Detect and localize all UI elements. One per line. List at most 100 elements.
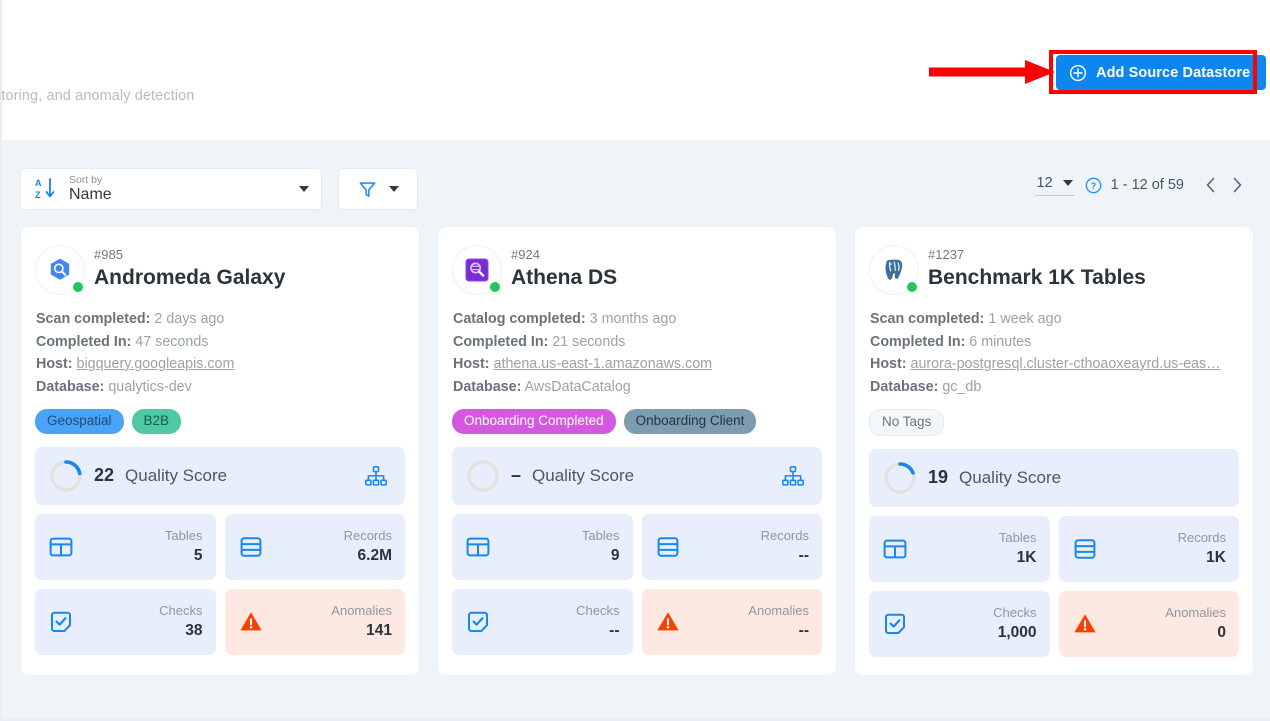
- meta-key: Catalog completed:: [453, 311, 586, 327]
- datastore-tags: No Tags: [869, 409, 1239, 436]
- meta-value: 1 week ago: [988, 311, 1061, 327]
- meta-key: Host:: [870, 356, 907, 372]
- metric-value: 1K: [999, 548, 1037, 567]
- quality-score-tile[interactable]: 19Quality Score: [869, 449, 1239, 507]
- datastore-meta-row: Completed In: 21 seconds: [453, 331, 822, 354]
- annotation-arrow: [927, 58, 1057, 86]
- datastore-tag[interactable]: Onboarding Client: [624, 409, 757, 434]
- datastore-card[interactable]: #985Andromeda Galaxy Scan completed: 2 da…: [20, 226, 420, 676]
- datastore-id: #924: [511, 247, 540, 262]
- datastore-tag[interactable]: No Tags: [869, 409, 944, 436]
- datastore-tag[interactable]: Onboarding Completed: [452, 409, 616, 434]
- athena-icon: [464, 257, 490, 283]
- quality-score-tile[interactable]: 22Quality Score: [35, 447, 405, 505]
- metric-value: 1,000: [993, 623, 1036, 642]
- metric-tile-anomalies[interactable]: Anomalies141: [225, 589, 406, 655]
- page-range-text: 1 - 12 of 59: [1111, 177, 1184, 193]
- add-source-datastore-button[interactable]: Add Source Datastore: [1056, 55, 1266, 90]
- card-header: #1237 Benchmark 1K Tables: [869, 243, 1239, 295]
- checks-icon: [465, 609, 491, 635]
- previous-page-button[interactable]: [1198, 172, 1224, 198]
- metric-tile-tables[interactable]: Tables5: [35, 514, 216, 580]
- lineage-button[interactable]: [365, 466, 387, 486]
- meta-link-value[interactable]: bigquery.googleapis.com: [77, 356, 235, 372]
- meta-value: 47 seconds: [135, 334, 208, 350]
- lineage-icon[interactable]: [365, 466, 387, 486]
- page-subtitle: itoring, and anomaly detection: [0, 88, 194, 104]
- content-area: A Z Sort by Name 12: [2, 140, 1270, 719]
- datastore-meta-row: Completed In: 6 minutes: [870, 331, 1239, 354]
- meta-key: Scan completed:: [36, 311, 150, 327]
- quality-score-value: –: [511, 465, 521, 486]
- datastore-name[interactable]: Athena DS: [511, 265, 617, 291]
- metric-value: --: [761, 546, 809, 565]
- datastore-meta-row: Scan completed: 1 week ago: [870, 308, 1239, 331]
- metric-row: Checks38Anomalies141: [35, 589, 405, 655]
- meta-link-value[interactable]: aurora-postgresql.cluster-cthoaoxeayrd.u…: [911, 356, 1221, 372]
- lineage-button[interactable]: [782, 466, 804, 486]
- datastore-tag[interactable]: B2B: [132, 409, 182, 434]
- metric-tile-checks[interactable]: Checks38: [35, 589, 216, 655]
- next-page-button[interactable]: [1224, 172, 1250, 198]
- quality-score-ring: [466, 459, 500, 493]
- svg-text:?: ?: [1090, 180, 1095, 190]
- datastore-card[interactable]: #1237 Benchmark 1K Tables Scan completed: …: [854, 226, 1254, 676]
- add-source-datastore-label: Add Source Datastore: [1096, 65, 1250, 81]
- quality-score-label: Quality Score: [125, 466, 227, 486]
- avatar: [452, 245, 502, 295]
- quality-score-label: Quality Score: [959, 468, 1061, 488]
- metric-tile-records[interactable]: Records1K: [1059, 516, 1240, 582]
- avatar: [35, 245, 85, 295]
- datastore-card[interactable]: #924 Athena DS Catalog completed: 3 months…: [437, 226, 837, 676]
- metric-label: Records: [1178, 530, 1226, 546]
- metric-row: Checks--Anomalies--: [452, 589, 822, 655]
- quality-score-tile[interactable]: –Quality Score: [452, 447, 822, 505]
- card-header: #985Andromeda Galaxy: [35, 243, 405, 295]
- metric-row: Tables1KRecords1K: [869, 516, 1239, 582]
- checks-icon: [48, 609, 74, 635]
- metric-tile-tables[interactable]: Tables9: [452, 514, 633, 580]
- meta-key: Database:: [870, 379, 938, 395]
- metric-tile-anomalies[interactable]: Anomalies--: [642, 589, 823, 655]
- chevron-right-icon: [1231, 177, 1243, 193]
- tables-icon: [48, 534, 74, 560]
- datastore-meta-row: Host: bigquery.googleapis.com: [36, 353, 405, 376]
- tables-icon: [465, 534, 491, 560]
- datastore-name[interactable]: Benchmark 1K Tables: [928, 265, 1146, 291]
- metric-row: Checks1,000Anomalies0: [869, 591, 1239, 657]
- sort-by-dropdown[interactable]: A Z Sort by Name: [20, 168, 322, 210]
- metric-tile-anomalies[interactable]: Anomalies0: [1059, 591, 1240, 657]
- metric-tile-checks[interactable]: Checks--: [452, 589, 633, 655]
- metric-tile-checks[interactable]: Checks1,000: [869, 591, 1050, 657]
- datastore-tag[interactable]: Geospatial: [35, 409, 124, 434]
- meta-key: Completed In:: [36, 334, 131, 350]
- lineage-icon[interactable]: [782, 466, 804, 486]
- metric-tile-records[interactable]: Records --: [642, 514, 823, 580]
- meta-link-value[interactable]: athena.us-east-1.amazonaws.com: [494, 356, 713, 372]
- help-icon[interactable]: ?: [1085, 177, 1102, 194]
- datastore-meta-row: Database: AwsDataCatalog: [453, 376, 822, 399]
- list-toolbar: A Z Sort by Name 12: [2, 140, 1270, 208]
- metric-tile-records[interactable]: Records6.2M: [225, 514, 406, 580]
- datastore-name[interactable]: Andromeda Galaxy: [94, 265, 285, 291]
- sort-alpha-icon: A Z: [35, 177, 57, 201]
- datastore-id: #1237: [928, 247, 964, 262]
- metric-label: Records: [761, 528, 809, 544]
- meta-value: qualytics-dev: [108, 379, 191, 395]
- datastore-meta: Catalog completed: 3 months agoCompleted…: [452, 308, 822, 398]
- datastore-meta-row: Scan completed: 2 days ago: [36, 308, 405, 331]
- sort-by-value: Name: [69, 187, 299, 204]
- filter-dropdown[interactable]: [338, 168, 418, 210]
- metric-tile-tables[interactable]: Tables1K: [869, 516, 1050, 582]
- metric-row: Tables9 Records --: [452, 514, 822, 580]
- page-size-dropdown[interactable]: 12: [1035, 174, 1075, 196]
- datastore-meta-row: Host: athena.us-east-1.amazonaws.com: [453, 353, 822, 376]
- card-header: #924 Athena DS: [452, 243, 822, 295]
- status-badge: [905, 280, 919, 294]
- records-icon: [238, 534, 264, 560]
- meta-value: 2 days ago: [154, 311, 224, 327]
- datastore-tags: Onboarding Completed Onboarding Client: [452, 409, 822, 434]
- datastore-meta-row: Database: gc_db: [870, 376, 1239, 399]
- metric-label: Checks: [159, 603, 202, 619]
- meta-value: gc_db: [942, 379, 981, 395]
